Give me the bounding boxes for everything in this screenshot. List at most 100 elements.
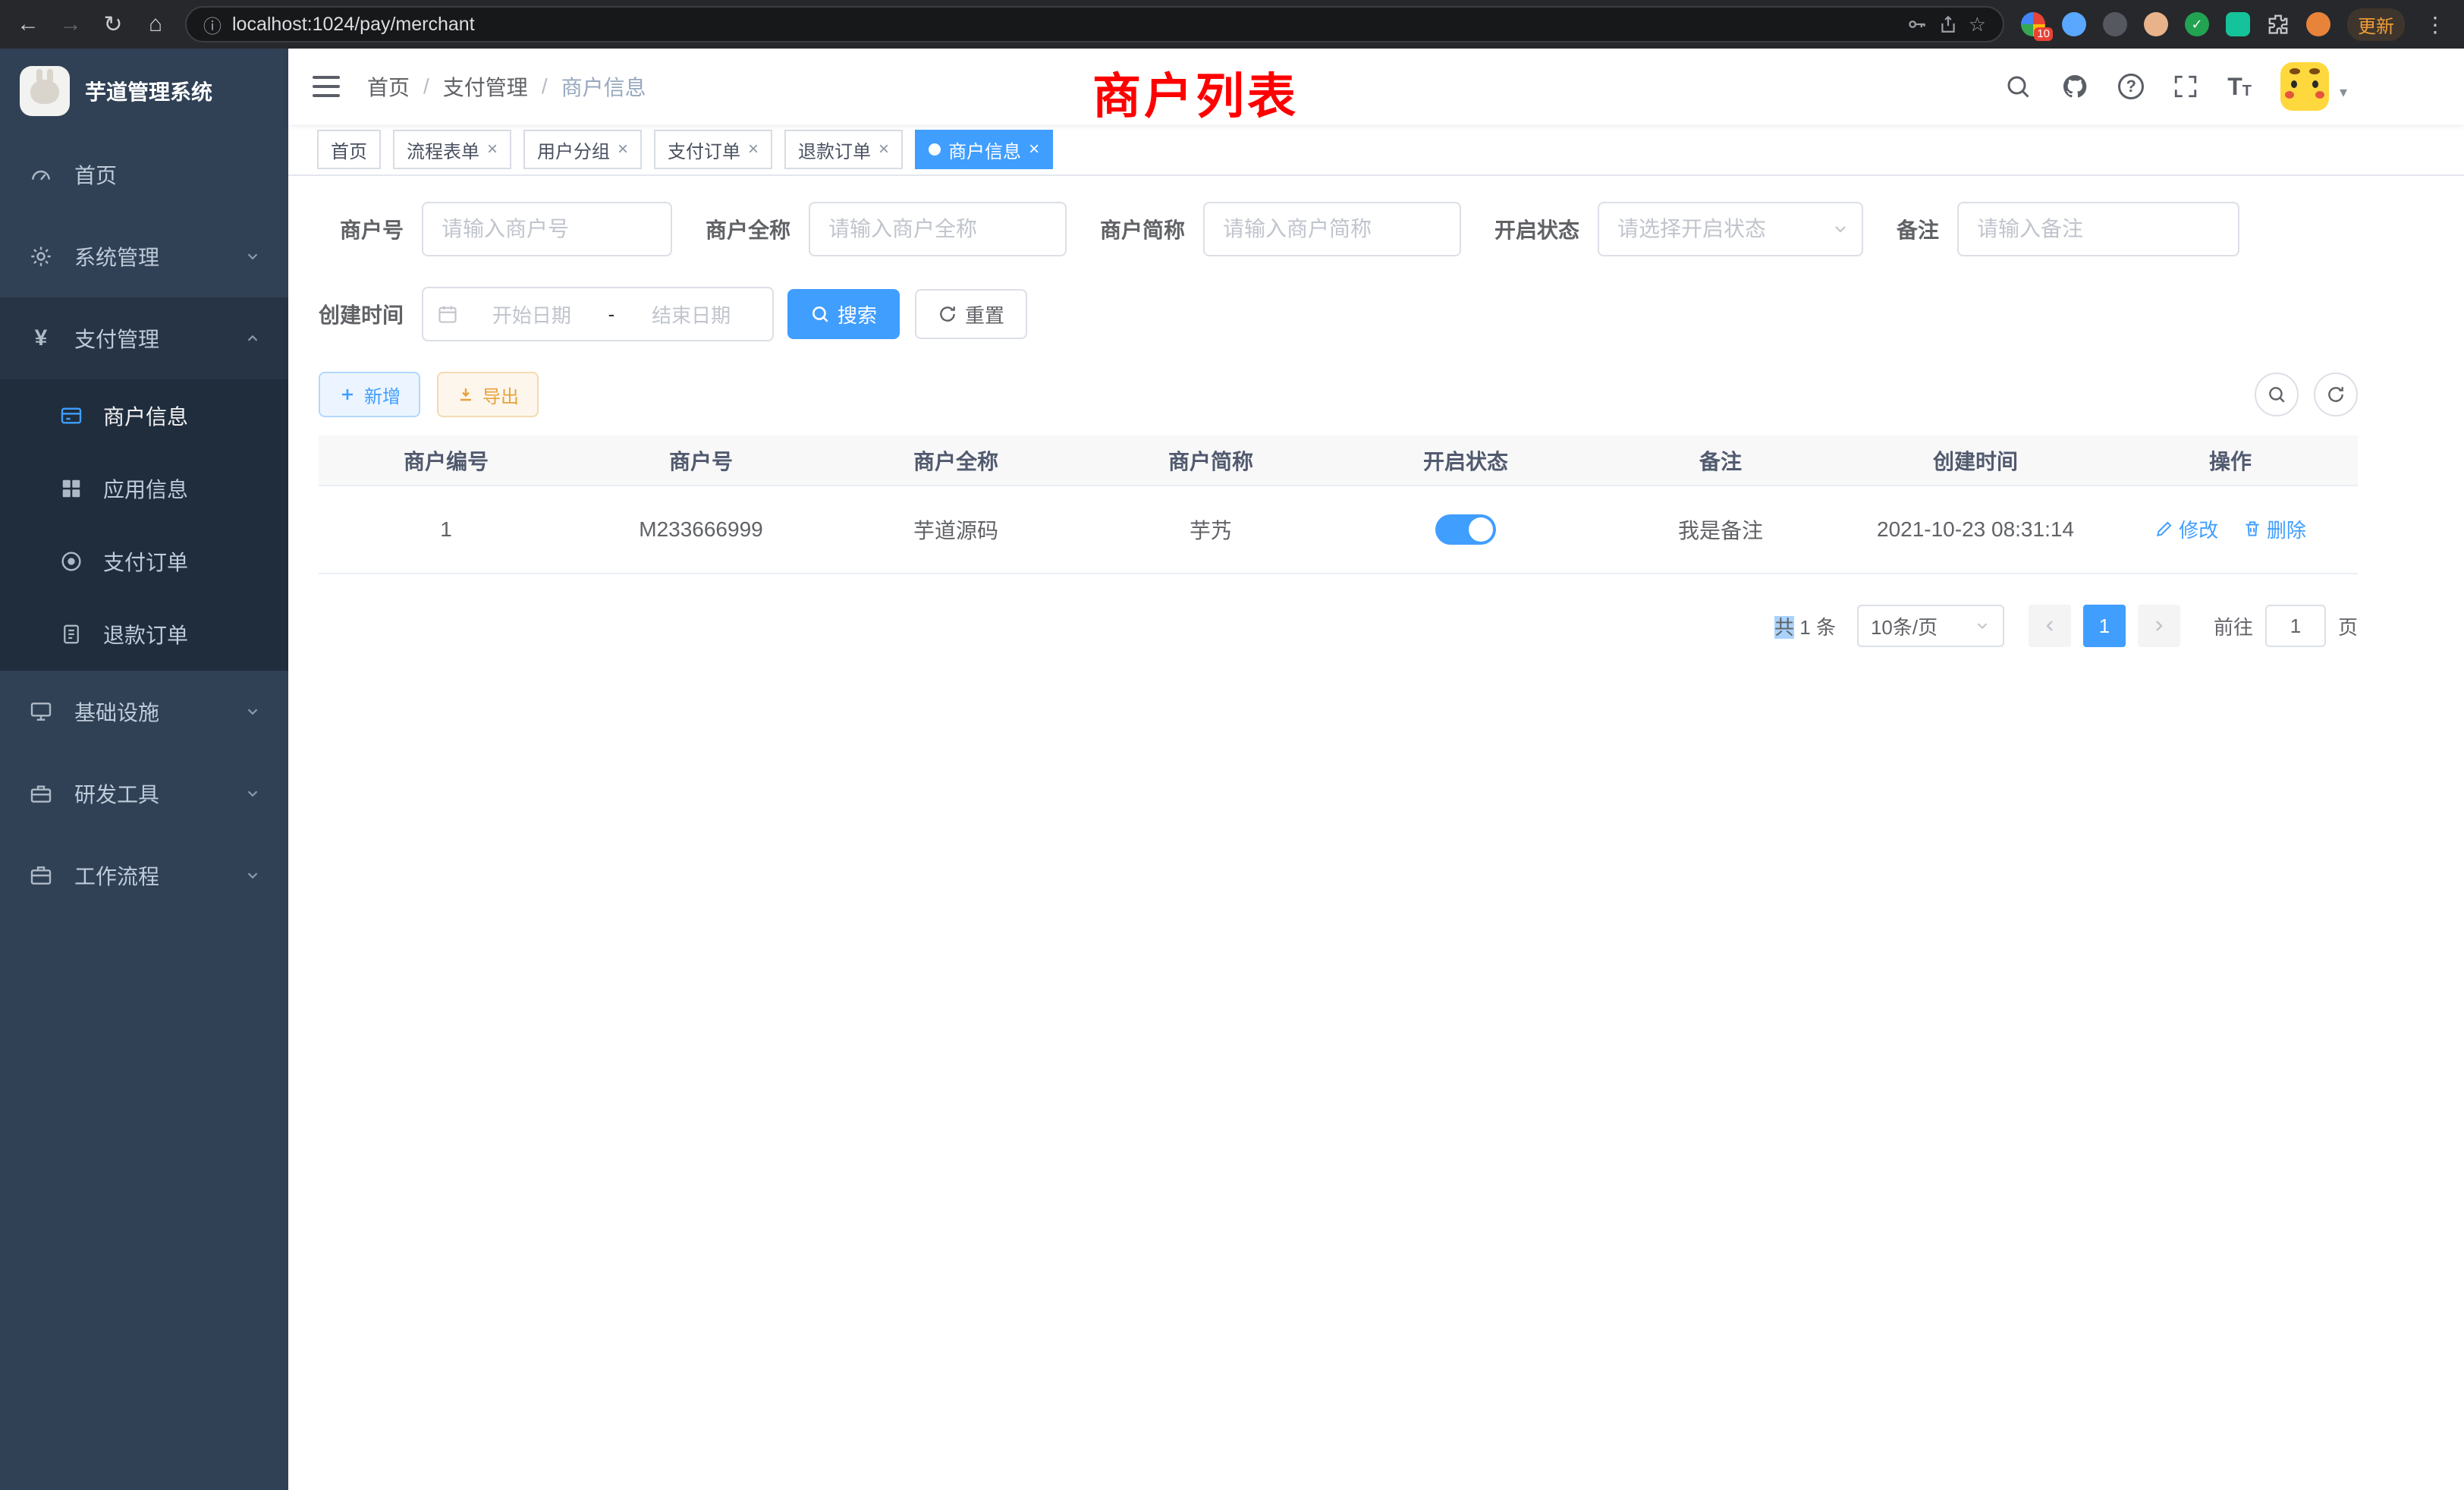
browser-forward-icon[interactable]: → [58, 11, 83, 37]
sidebar-item-label: 商户信息 [103, 401, 188, 431]
app-logo[interactable]: 芋道管理系统 [0, 49, 288, 134]
chevron-down-icon [1974, 618, 1991, 634]
browser-update-button[interactable]: 更新 [2347, 8, 2405, 41]
tab-merchant-info[interactable]: 商户信息 × [915, 130, 1053, 169]
url-text[interactable]: localhost:1024/pay/merchant [232, 14, 1896, 36]
extension-badged-icon[interactable]: 10 [2021, 12, 2045, 36]
sidebar-item-system[interactable]: 系统管理 [0, 215, 288, 297]
extensions-puzzle-icon[interactable] [2267, 13, 2290, 36]
bookmark-star-icon[interactable]: ☆ [1969, 13, 1986, 36]
merchant-no-input[interactable] [422, 202, 672, 256]
tab-label: 商户信息 [948, 137, 1021, 163]
password-key-icon[interactable] [1906, 14, 1928, 35]
close-icon[interactable]: × [878, 140, 889, 159]
caret-down-icon[interactable]: ▾ [2340, 83, 2347, 102]
next-page-button[interactable] [2138, 605, 2180, 647]
gear-icon [27, 244, 55, 269]
sidebar-item-label: 工作流程 [74, 860, 159, 891]
tab-home[interactable]: 首页 [317, 130, 381, 169]
font-size-icon[interactable]: TT [2227, 74, 2252, 99]
sidebar-item-app-info[interactable]: 应用信息 [0, 452, 288, 525]
toggle-search-button[interactable] [2255, 372, 2299, 417]
tab-label: 退款订单 [798, 137, 871, 163]
extension-blue-icon[interactable] [2062, 12, 2086, 36]
cell-merchant-no: M233666999 [574, 486, 828, 574]
close-icon[interactable]: × [618, 140, 628, 159]
close-icon[interactable]: × [487, 140, 498, 159]
breadcrumb-separator: / [542, 74, 548, 99]
search-button[interactable]: 搜索 [787, 289, 900, 339]
github-icon[interactable] [2060, 72, 2089, 101]
export-button[interactable]: 导出 [437, 372, 539, 417]
extension-avatar-icon[interactable] [2144, 12, 2168, 36]
filter-label: 商户号 [319, 214, 422, 244]
page-size-select[interactable]: 10条/页 [1857, 605, 2004, 647]
extension-square-icon[interactable] [2226, 12, 2250, 36]
browser-menu-icon[interactable]: ⋮ [2422, 12, 2449, 37]
merchant-full-name-input[interactable] [809, 202, 1067, 256]
sidebar-item-merchant-info[interactable]: 商户信息 [0, 379, 288, 452]
status-select[interactable] [1598, 202, 1863, 256]
remark-input[interactable] [1957, 202, 2239, 256]
merchant-short-name-input[interactable] [1203, 202, 1461, 256]
app-title: 芋道管理系统 [85, 76, 212, 106]
edit-link[interactable]: 修改 [2154, 515, 2218, 543]
start-date-placeholder[interactable]: 开始日期 [464, 300, 599, 328]
url-bar[interactable]: ⓘ localhost:1024/pay/merchant ☆ [185, 6, 2004, 42]
close-icon[interactable]: × [1029, 140, 1039, 159]
close-icon[interactable]: × [748, 140, 759, 159]
breadcrumb: 首页 / 支付管理 / 商户信息 [367, 71, 646, 102]
sidebar-item-infrastructure[interactable]: 基础设施 [0, 671, 288, 753]
extension-dark-icon[interactable] [2103, 12, 2127, 36]
tab-payment-orders[interactable]: 支付订单 × [654, 130, 772, 169]
extension-green-icon[interactable]: ✓ [2185, 12, 2209, 36]
site-info-icon[interactable]: ⓘ [203, 11, 222, 38]
add-button[interactable]: 新增 [319, 372, 420, 417]
delete-link[interactable]: 删除 [2242, 515, 2306, 543]
briefcase-icon [27, 863, 55, 888]
status-select-input[interactable] [1598, 202, 1863, 256]
end-date-placeholder[interactable]: 结束日期 [624, 300, 759, 328]
filter-label: 开启状态 [1494, 214, 1598, 244]
toolbox-icon [27, 781, 55, 806]
sidebar-item-workflow[interactable]: 工作流程 [0, 835, 288, 916]
browser-home-icon[interactable]: ⌂ [143, 11, 168, 37]
tab-process-form[interactable]: 流程表单 × [393, 130, 511, 169]
tab-user-group[interactable]: 用户分组 × [523, 130, 642, 169]
chevron-down-icon [244, 248, 261, 265]
browser-back-icon[interactable]: ← [15, 11, 41, 37]
sidebar-item-dev-tools[interactable]: 研发工具 [0, 753, 288, 835]
pagination-jumper: 前往 页 [2214, 605, 2358, 647]
breadcrumb-payment[interactable]: 支付管理 [443, 71, 528, 102]
sidebar-item-home[interactable]: 首页 [0, 134, 288, 215]
fullscreen-icon[interactable] [2173, 74, 2198, 99]
browser-reload-icon[interactable]: ↻ [100, 11, 126, 38]
status-switch[interactable] [1435, 514, 1496, 545]
hamburger-icon[interactable] [313, 76, 340, 97]
sidebar-item-refund-orders[interactable]: 退款订单 [0, 598, 288, 671]
reset-button[interactable]: 重置 [915, 289, 1027, 339]
refresh-button[interactable] [2314, 372, 2358, 417]
sidebar-item-payment-orders[interactable]: 支付订单 [0, 525, 288, 598]
page-number-1[interactable]: 1 [2083, 605, 2126, 647]
merchant-table: 商户编号 商户号 商户全称 商户简称 开启状态 备注 创建时间 操作 1 M23… [319, 435, 2358, 574]
goto-page-input[interactable] [2265, 605, 2326, 647]
cell-short-name: 芋艿 [1083, 486, 1338, 574]
prev-page-button[interactable] [2029, 605, 2071, 647]
cell-create-time: 2021-10-23 08:31:14 [1848, 486, 2103, 574]
share-icon[interactable] [1938, 14, 1958, 35]
sidebar-item-label: 研发工具 [74, 778, 159, 809]
sidebar-item-payment[interactable]: ¥ 支付管理 [0, 297, 288, 379]
pagination: 共 1 条 10条/页 1 前往 [319, 605, 2358, 647]
col-remark: 备注 [1593, 435, 1848, 486]
user-avatar[interactable] [2280, 62, 2329, 111]
top-navbar: 首页 / 支付管理 / 商户信息 ? TT [288, 49, 2464, 124]
cell-full-name: 芋道源码 [828, 486, 1083, 574]
help-icon[interactable]: ? [2118, 74, 2144, 99]
tab-refund-orders[interactable]: 退款订单 × [784, 130, 903, 169]
browser-profile-avatar[interactable] [2306, 12, 2330, 36]
date-range-picker[interactable]: 开始日期 - 结束日期 [422, 287, 774, 341]
breadcrumb-home[interactable]: 首页 [367, 71, 410, 102]
search-icon[interactable] [2004, 73, 2032, 100]
monitor-icon [27, 699, 55, 724]
